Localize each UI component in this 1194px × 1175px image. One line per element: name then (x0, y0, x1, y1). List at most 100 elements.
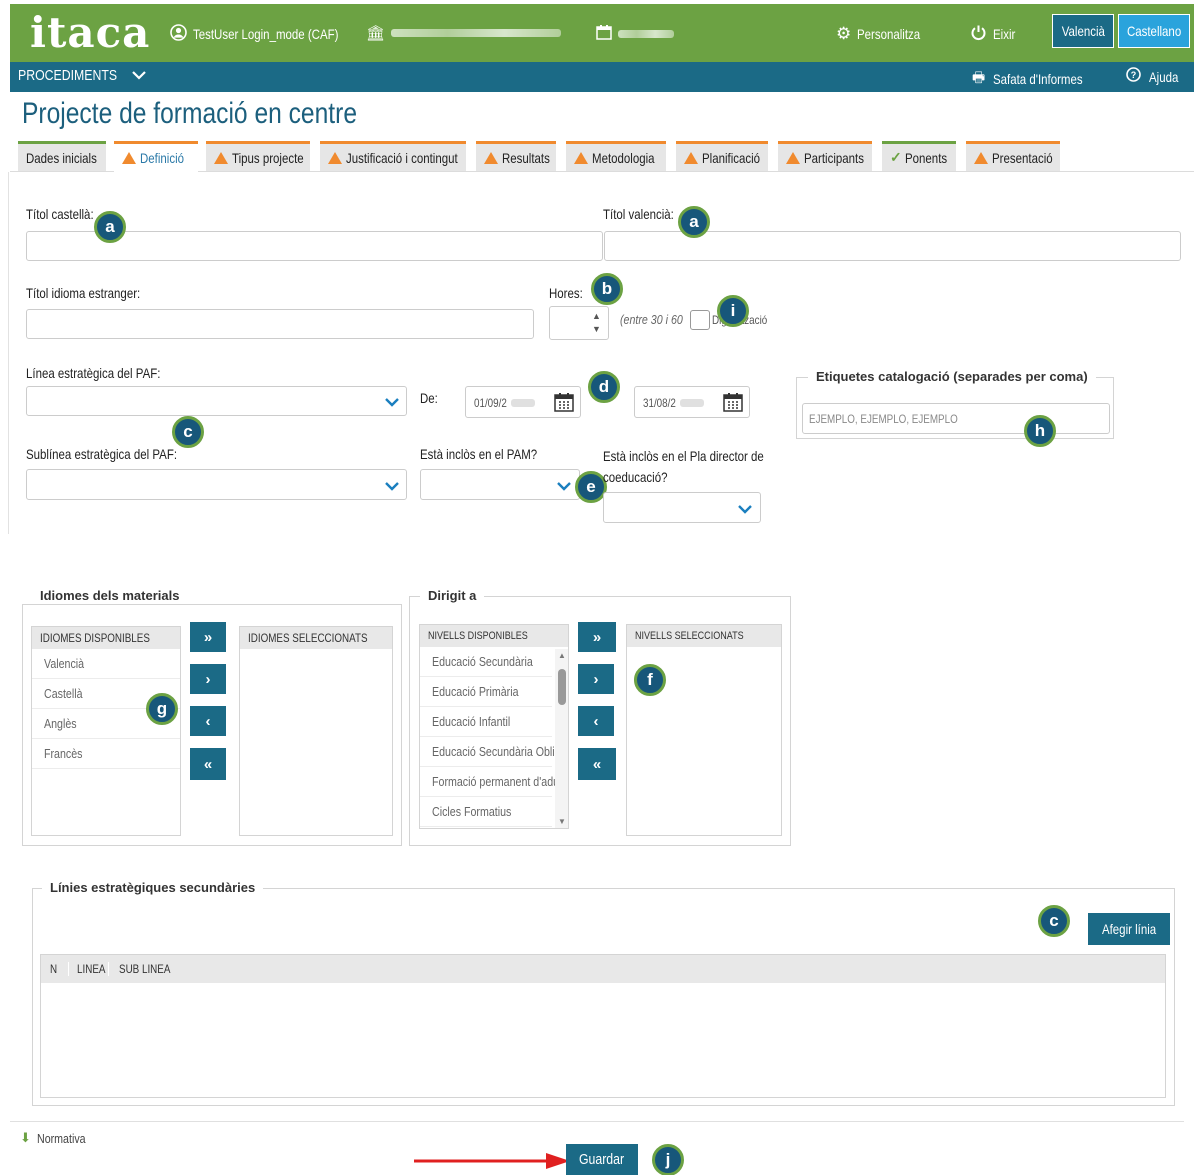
nivells-disponibles-list[interactable]: NIVELLS DISPONIBLES Educació Secundària … (419, 624, 569, 829)
warning-icon (786, 151, 800, 164)
list-item[interactable]: Educació Secundària Obliga (420, 737, 567, 767)
nivells-disponibles-header: NIVELLS DISPONIBLES (420, 625, 568, 647)
annotation-badge-h: h (1024, 415, 1056, 447)
hores-number-input[interactable]: ▲ ▼ (549, 306, 609, 340)
date-to-value: 31/08/2 (643, 396, 676, 410)
col-subline[interactable]: SUB LINEA (109, 962, 182, 976)
tab-planificacio[interactable]: Planificació (676, 141, 768, 171)
move-all-right-button[interactable]: » (190, 622, 226, 652)
list-item[interactable]: Cicles Formatius (420, 797, 552, 827)
scroll-up-icon[interactable]: ▲ (558, 651, 566, 660)
power-icon (970, 24, 987, 44)
scroll-down-icon[interactable]: ▼ (558, 817, 566, 826)
subline-paf-select[interactable] (26, 469, 407, 500)
chevron-down-icon (385, 398, 399, 407)
list-item[interactable]: Formació permanent d'adu (420, 767, 559, 797)
col-linea[interactable]: LINEA (69, 962, 109, 976)
inclos-pla-label: Està inclòs en el Pla director de coeduca… (603, 448, 764, 485)
list-item[interactable]: Educació Secundària (420, 647, 552, 677)
nivells-seleccionats-list[interactable]: NIVELLS SELECCIONATS (626, 624, 782, 836)
tab-label: Metodologia (592, 149, 655, 166)
dirigit-legend: Dirigit a (420, 588, 485, 603)
move-left-button[interactable]: ‹ (578, 706, 614, 736)
page-title: Projecte de formació en centre (22, 97, 358, 130)
annotation-badge-a: a (94, 211, 126, 243)
tab-label: Tipus projecte (232, 149, 304, 166)
annotation-badge-d: d (588, 371, 620, 403)
list-item[interactable]: Educació Infantil (420, 707, 552, 737)
warning-icon (214, 151, 228, 164)
tab-metodologia[interactable]: Metodologia (566, 141, 666, 171)
svg-text:?: ? (1131, 70, 1137, 80)
list-item[interactable]: Francès (32, 739, 180, 769)
idiomes-disponibles-list[interactable]: IDIOMES DISPONIBLES Valencià Castellà An… (31, 626, 181, 836)
list-item[interactable]: Educació Primària (420, 677, 552, 707)
digitalitzacio-checkbox[interactable] (690, 310, 710, 330)
linea-paf-select[interactable] (26, 386, 407, 416)
red-arrow-icon (414, 1153, 570, 1169)
procediments-menu[interactable]: PROCEDIMENTS (18, 67, 146, 84)
tab-presentacio[interactable]: Presentació (966, 141, 1060, 171)
tab-justificacio[interactable]: Justificació i contingut (320, 141, 466, 171)
scrollbar[interactable]: ▲ ▼ (555, 649, 568, 828)
calendar-icon (596, 24, 612, 43)
guardar-button[interactable]: Guardar (566, 1144, 638, 1175)
warning-icon (574, 151, 588, 164)
calendar-icon[interactable] (723, 392, 743, 412)
move-left-button[interactable]: ‹ (190, 706, 226, 736)
idiomes-disponibles-header: IDIOMES DISPONIBLES (32, 627, 180, 649)
inclos-pam-label: Està inclòs en el PAM? (420, 446, 538, 462)
calendar-icon[interactable] (554, 392, 574, 412)
etiquetes-input[interactable]: EJEMPLO, EJEMPLO, EJEMPLO (802, 403, 1110, 434)
lang-valencia-button[interactable]: Valencià (1052, 14, 1114, 48)
warning-icon (122, 152, 136, 164)
normativa-link[interactable]: ⬇ Normativa (20, 1130, 96, 1146)
move-all-right-button[interactable]: » (578, 622, 616, 652)
move-right-button[interactable]: › (190, 664, 226, 694)
titol-estranger-input[interactable] (26, 309, 534, 339)
tab-label: Planificació (702, 149, 761, 166)
col-n[interactable]: N (41, 962, 69, 976)
download-icon: ⬇ (20, 1130, 31, 1145)
date-from-input[interactable]: 01/09/2 (465, 386, 581, 418)
tab-label: Ponents (904, 149, 947, 166)
user-name: TestUser Login_mode (CAF) (193, 26, 339, 42)
inclos-pam-select[interactable] (420, 469, 580, 500)
move-all-left-button[interactable]: « (578, 748, 616, 780)
ajuda-link[interactable]: ? Ajuda (1126, 67, 1185, 86)
centre-selector[interactable]: 🏛 (366, 24, 562, 42)
tab-label: Participants (804, 149, 864, 166)
tab-definicio[interactable]: Definició (114, 141, 198, 172)
tab-resultats[interactable]: Resultats (476, 141, 556, 171)
scrollbar-thumb[interactable] (558, 669, 566, 705)
tab-label: Presentació (992, 149, 1053, 166)
list-item[interactable]: Valencià (32, 649, 180, 679)
move-right-button[interactable]: › (578, 664, 614, 694)
date-to-input[interactable]: 31/08/2 (634, 386, 750, 418)
chevron-down-icon (132, 67, 146, 84)
chevron-down-icon (385, 482, 399, 491)
centre-name-blurred (391, 29, 562, 37)
lang-castellano-button[interactable]: Castellano (1118, 14, 1190, 48)
itaca-logo[interactable]: itaca (30, 8, 150, 57)
tab-tipus-projecte[interactable]: Tipus projecte (206, 141, 310, 171)
de-label: De: (420, 390, 438, 406)
normativa-label: Normativa (36, 1130, 86, 1146)
personalitza-link[interactable]: ⚙ Personalitza (836, 24, 934, 44)
spinner-arrows-icon[interactable]: ▲ ▼ (592, 310, 601, 336)
tab-dades-inicials[interactable]: Dades inicials (18, 141, 106, 171)
idiomes-seleccionats-list[interactable]: IDIOMES SELECCIONATS (239, 626, 393, 836)
titol-valencia-label: Títol valencià: (603, 206, 674, 222)
eixir-link[interactable]: Eixir (970, 24, 1020, 44)
date-from-blurred (511, 399, 535, 407)
year-selector[interactable] (596, 24, 674, 43)
afegir-linia-button[interactable]: Afegir línia (1088, 913, 1170, 945)
user-info[interactable]: TestUser Login_mode (CAF) (170, 24, 370, 44)
inclos-pla-select[interactable] (603, 492, 761, 523)
safata-informes-link[interactable]: 🖶 Safata d'Informes (972, 67, 1103, 91)
eixir-label: Eixir (993, 26, 1016, 42)
table-header: N LINEA SUB LINEA (41, 955, 1165, 983)
tab-participants[interactable]: Participants (778, 141, 872, 171)
move-all-left-button[interactable]: « (190, 748, 226, 780)
tab-ponents[interactable]: ✓ Ponents (882, 141, 956, 171)
